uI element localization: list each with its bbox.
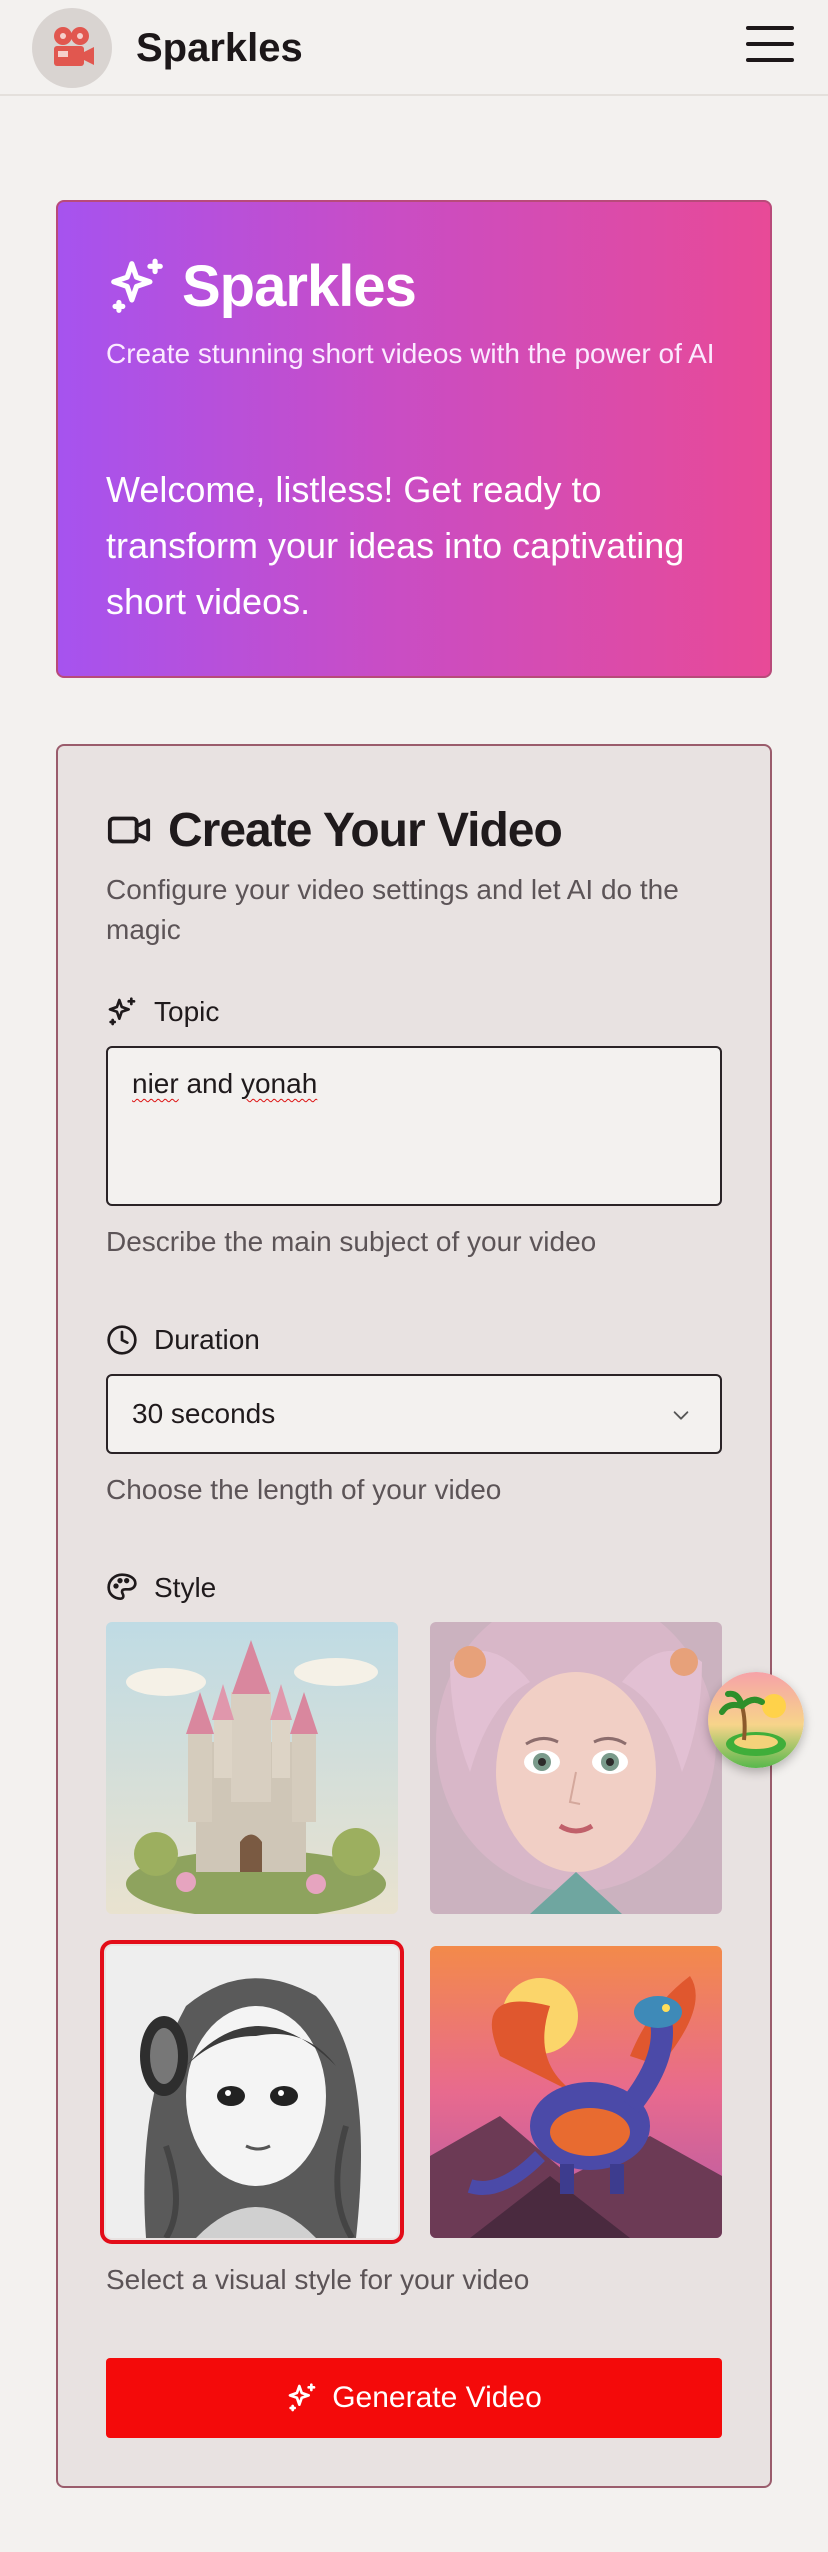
style-option-realistic-portrait[interactable]	[430, 1622, 722, 1914]
hero-heading: Sparkles	[106, 254, 417, 320]
style-option-fantasy-castle[interactable]	[106, 1622, 398, 1914]
duration-help: Choose the length of your video	[106, 1474, 502, 1505]
film-projector-icon	[54, 27, 94, 66]
generate-video-button[interactable]: Generate Video	[106, 2358, 722, 2438]
card-description: Configure your video settings and let AI…	[106, 874, 679, 945]
duration-selected-value: 30 seconds	[132, 1398, 276, 1429]
style-option-pixel-dragon[interactable]	[430, 1946, 722, 2238]
sparkles-icon	[288, 2383, 316, 2412]
topic-word-mid: and	[178, 1068, 241, 1099]
generate-video-label: Generate Video	[332, 2381, 542, 2414]
island-widget-icon[interactable]	[708, 1672, 804, 1768]
portrait-image	[430, 1622, 722, 1914]
style-label: Style	[106, 1572, 216, 1604]
app-name[interactable]: Sparkles	[136, 24, 303, 72]
castle-image	[106, 1622, 398, 1914]
avatar[interactable]	[32, 8, 112, 88]
style-option-sketch-anime[interactable]	[100, 1940, 404, 2244]
duration-select[interactable]: 30 seconds	[106, 1374, 722, 1454]
duration-label: Duration	[106, 1324, 260, 1356]
sketch-image	[106, 1946, 398, 2238]
create-video-card: Create Your Video Configure your video s…	[56, 744, 772, 2488]
duration-label-text: Duration	[154, 1324, 260, 1355]
card-header: Create Your Video	[106, 800, 563, 860]
dragon-image	[430, 1946, 722, 2238]
card-title: Create Your Video	[168, 803, 563, 857]
welcome-message: Welcome, listless! Get ready to transfor…	[106, 469, 685, 622]
hero-subtitle: Create stunning short videos with the po…	[106, 338, 715, 369]
topic-textarea[interactable]: nier and yonah	[106, 1046, 722, 1206]
topic-word-2: yonah	[240, 1068, 318, 1099]
topic-word-1: nier	[132, 1068, 179, 1099]
clock-icon	[107, 1325, 137, 1355]
hero-title: Sparkles	[182, 254, 417, 319]
sparkles-icon	[108, 997, 136, 1026]
hero-banner: Sparkles Create stunning short videos wi…	[56, 200, 772, 678]
topic-label: Topic	[106, 996, 219, 1028]
style-label-text: Style	[154, 1572, 217, 1603]
top-bar: Sparkles	[0, 0, 828, 96]
topic-label-text: Topic	[154, 996, 220, 1027]
style-help: Select a visual style for your video	[106, 2264, 530, 2295]
topic-help: Describe the main subject of your video	[106, 1226, 597, 1257]
video-camera-icon	[107, 816, 151, 844]
style-grid	[100, 1622, 722, 2244]
sparkles-icon	[111, 258, 163, 313]
chevron-down-icon	[673, 1411, 689, 1420]
palette-icon	[107, 1573, 137, 1600]
hamburger-menu-icon[interactable]	[746, 26, 794, 66]
